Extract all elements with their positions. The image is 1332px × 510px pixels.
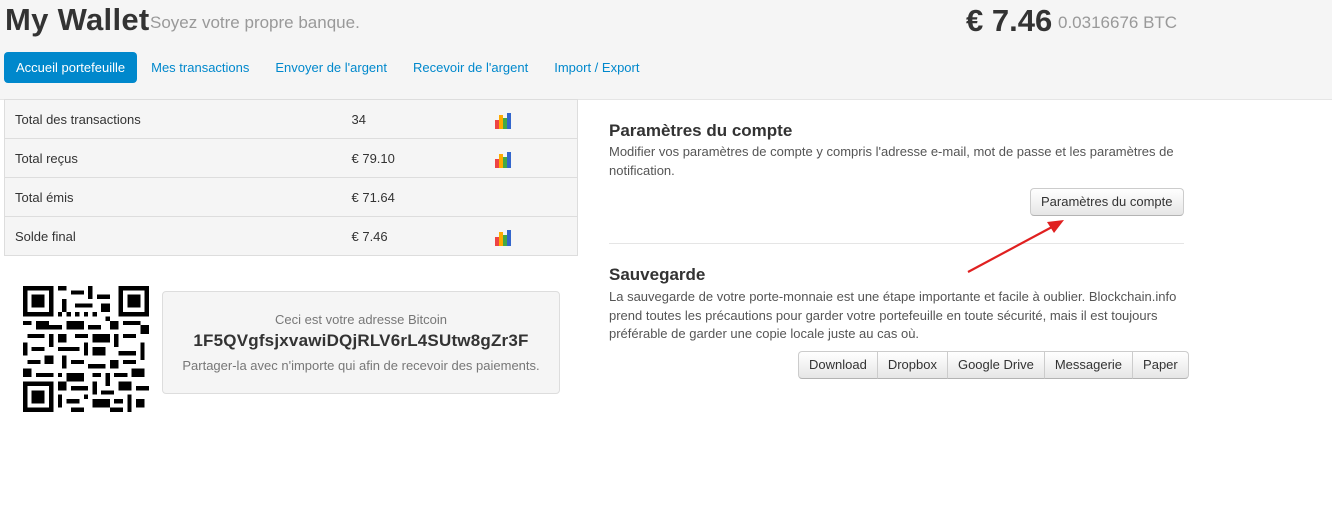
annotation-arrow <box>967 220 1064 273</box>
